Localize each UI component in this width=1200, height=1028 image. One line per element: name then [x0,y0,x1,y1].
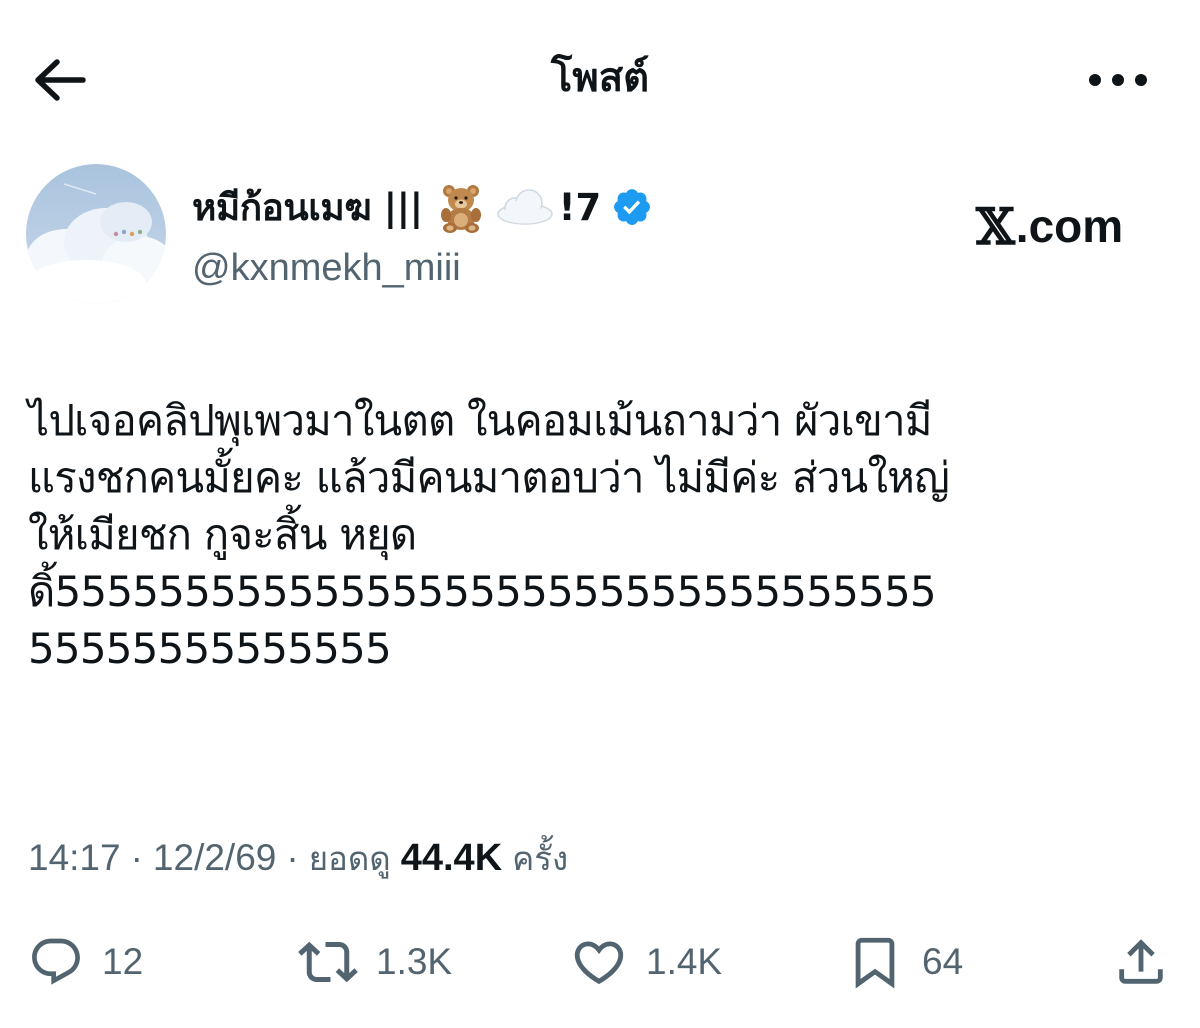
bookmark-count: 64 [922,941,964,982]
meta-separator: · [286,837,299,878]
heart-icon [574,941,624,985]
cloud-emoji [495,187,555,227]
meta-separator: · [130,837,143,878]
like-count: 1.4K [646,941,723,982]
teddy-bear-emoji [435,181,487,233]
author-name-row[interactable]: หมีก้อนเมฆ ||| !7 [192,176,653,238]
post-text: ไปเจอคลิปพุเพวมาในตต ในคอมเม้นถามว่า ผัว… [28,392,1178,677]
repost-button[interactable]: 1.3K [298,930,452,994]
post-meta: 14:17 · 12/2/69 · ยอดดู 44.4K ครั้ง [28,830,568,886]
reply-button[interactable]: 12 [28,930,143,994]
post-text-line: 55555555555555 [28,624,392,673]
repost-count: 1.3K [376,941,453,982]
avatar[interactable] [26,164,166,304]
views-unit: ครั้ง [512,838,569,878]
more-options-button[interactable] [1082,56,1154,104]
post-text-line: ไปเจอคลิปพุเพวมาในตต ในคอมเม้นถามว่า ผัว… [28,396,933,445]
author-display-name: หมีก้อนเมฆ ||| [192,185,423,229]
share-button[interactable] [1112,930,1170,994]
like-button[interactable]: 1.4K [570,930,722,994]
verified-badge-icon [611,186,653,228]
post-date[interactable]: 12/2/69 [153,837,276,879]
views-label: ยอดดู [308,838,391,878]
author-handle[interactable]: @kxnmekh_miii [192,240,461,296]
x-logo-glyph: 𝕏 [976,196,1015,256]
post-text-line: แรงชกคนมั้ยคะ แล้วมีคนมาตอบว่า ไม่มีค่ะ … [28,453,950,502]
reply-count: 12 [102,941,144,982]
share-icon [1119,939,1163,984]
cloud-avatar-image [26,164,166,304]
post-time[interactable]: 14:17 [28,837,121,879]
top-bar: โพสต์ [0,0,1200,150]
reply-icon [32,938,80,985]
x-logo-domain: .com [1015,200,1124,252]
more-horizontal-icon [1089,74,1147,86]
views-count[interactable]: 44.4K [401,837,502,880]
author-name-suffix: !7 [558,185,602,229]
repost-icon [298,941,358,983]
post-text-line: ดิ้5555555555555555555555555555555555 [28,567,937,616]
bookmark-icon [855,937,895,989]
x-com-watermark: 𝕏 .com [976,194,1123,258]
post-text-line: ให้เมียชก กูจะสิ้น หยุด [28,510,417,559]
bookmark-button[interactable]: 64 [846,930,963,994]
page-title: โพสต์ [550,55,650,101]
